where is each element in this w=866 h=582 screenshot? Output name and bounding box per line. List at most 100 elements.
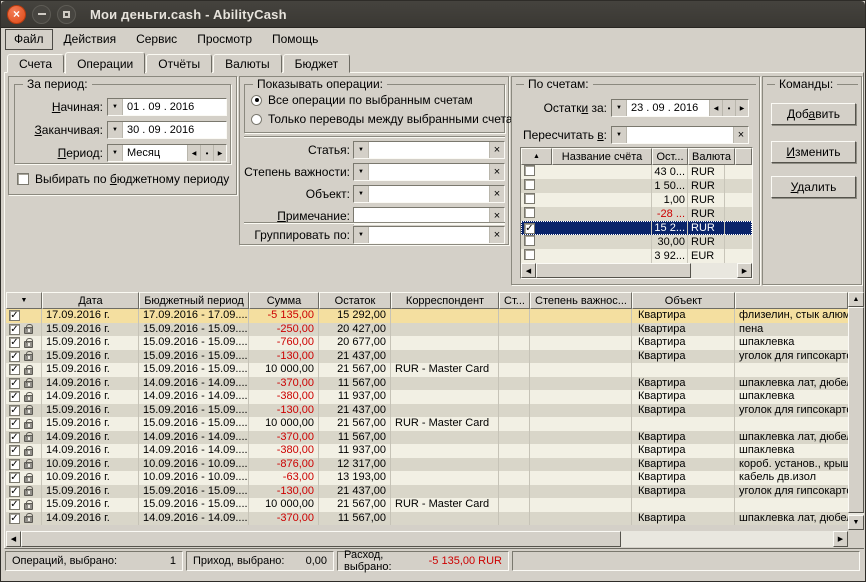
period-field[interactable]: ▼ Месяц ◀ • ▶ [107,144,227,162]
menu-item-Файл[interactable]: Файл [5,29,53,50]
radio-all-operations[interactable] [251,95,262,106]
transaction-row[interactable]: ✓ 14.09.2016 г. 14.09.2016 - 14.09.... -… [6,377,848,391]
transaction-row[interactable]: ✓ 10.09.2016 г. 10.09.2016 - 10.09.... -… [6,471,848,485]
tab-Операции[interactable]: Операции [65,52,145,74]
dropdown-icon[interactable]: ▼ [354,227,369,243]
row-checkbox[interactable]: ✓ [9,337,20,348]
scroll-up-icon[interactable]: ▲ [848,292,864,307]
spin-right-icon[interactable]: ▶ [213,145,226,161]
tab-Бюджет[interactable]: Бюджет [283,54,350,73]
transaction-row[interactable]: ✓ 17.09.2016 г. 17.09.2016 - 17.09.... -… [6,309,848,323]
tab-Счета[interactable]: Счета [7,54,64,73]
dropdown-icon[interactable]: ▼ [612,127,627,143]
group-by-combo[interactable]: ▼ × [353,226,505,244]
menu-item-Просмотр[interactable]: Просмотр [188,29,261,50]
dropdown-icon[interactable]: ▼ [354,186,369,202]
column-header-Объект[interactable]: Объект [632,292,735,309]
row-checkbox[interactable]: ✓ [9,351,20,362]
row-checkbox[interactable]: ✓ [9,364,20,375]
row-checkbox[interactable]: ✓ [9,378,20,389]
dropdown-icon[interactable]: ▼ [108,99,123,115]
account-checkbox[interactable] [524,193,535,204]
transaction-row[interactable]: ✓ 15.09.2016 г. 15.09.2016 - 15.09.... -… [6,336,848,350]
accounts-header-currency[interactable]: Валюта [688,148,735,165]
spin-left-icon[interactable]: ◀ [709,100,722,116]
dropdown-icon[interactable]: ▼ [354,142,369,158]
transaction-row[interactable]: ✓ 15.09.2016 г. 15.09.2016 - 15.09.... 1… [6,363,848,377]
scroll-right-icon[interactable]: ▶ [833,531,848,547]
column-header-Бюджетный период[interactable]: Бюджетный период [139,292,249,309]
row-checkbox[interactable]: ✓ [9,405,20,416]
scroll-left-icon[interactable]: ◀ [6,531,21,547]
tab-Отчёты[interactable]: Отчёты [146,54,212,73]
row-checkbox[interactable]: ✓ [9,486,20,497]
maximize-button[interactable] [57,5,76,24]
transaction-row[interactable]: ✓ 15.09.2016 г. 15.09.2016 - 15.09.... -… [6,323,848,337]
account-row[interactable]: 43 0... RUR [521,165,752,179]
menu-item-Помощь[interactable]: Помощь [263,29,327,50]
row-checkbox[interactable]: ✓ [9,472,20,483]
column-header-note[interactable] [735,292,848,309]
end-date-field[interactable]: ▼ 30 . 09 . 2016 [107,121,227,139]
spin-dot-icon[interactable]: • [722,100,735,116]
balances-date-field[interactable]: ▼ 23 . 09 . 2016 ◀ • ▶ [611,99,749,117]
column-header-Корреспондент[interactable]: Корреспондент [391,292,499,309]
transaction-row[interactable]: ✓ 14.09.2016 г. 14.09.2016 - 14.09.... -… [6,431,848,445]
clear-icon[interactable]: × [733,127,748,143]
spin-dot-icon[interactable]: • [200,145,213,161]
account-row[interactable]: 30,00 RUR [521,235,752,249]
row-checkbox[interactable]: ✓ [9,391,20,402]
account-checkbox[interactable]: ✓ [524,223,535,234]
start-date-field[interactable]: ▼ 01 . 09 . 2016 [107,98,227,116]
transaction-row[interactable]: ✓ 15.09.2016 г. 15.09.2016 - 15.09.... -… [6,485,848,499]
transaction-row[interactable]: ✓ 15.09.2016 г. 15.09.2016 - 15.09.... 1… [6,498,848,512]
scroll-down-icon[interactable]: ▼ [848,515,864,530]
filter-combo[interactable]: ▼ × [353,185,505,203]
row-checkbox[interactable]: ✓ [9,324,20,335]
clear-icon[interactable]: × [489,164,504,180]
column-header-Сумма[interactable]: Сумма [249,292,319,309]
transaction-row[interactable]: ✓ 10.09.2016 г. 10.09.2016 - 10.09.... -… [6,458,848,472]
scroll-thumb[interactable] [536,263,691,278]
add-button[interactable]: Добавить [771,103,856,125]
scroll-thumb[interactable] [21,531,621,547]
transactions-vscrollbar[interactable]: ▲ ▼ [848,292,864,530]
account-row[interactable]: -28 ... RUR [521,207,752,221]
row-checkbox[interactable]: ✓ [9,445,20,456]
dropdown-icon[interactable]: ▼ [354,164,369,180]
close-button[interactable]: × [7,5,26,24]
tab-Валюты[interactable]: Валюты [213,54,282,73]
scroll-right-icon[interactable]: ▶ [737,263,752,278]
clear-icon[interactable]: × [489,186,504,202]
account-row[interactable]: 1,00 RUR [521,193,752,207]
menu-item-Действия[interactable]: Действия [55,29,126,50]
filter-combo[interactable]: ▼ × [353,163,505,181]
account-row[interactable]: 1 50... RUR [521,179,752,193]
column-header-Степень важнос...[interactable]: Степень важнос... [530,292,632,309]
accounts-header-balance[interactable]: Ост... [652,148,688,165]
dropdown-icon[interactable]: ▼ [108,145,123,161]
transaction-row[interactable]: ✓ 15.09.2016 г. 15.09.2016 - 15.09.... -… [6,350,848,364]
clear-icon[interactable]: × [489,227,504,243]
budget-period-checkbox[interactable] [17,173,29,185]
accounts-hscrollbar[interactable]: ◀ ▶ [521,263,752,278]
sort-asc-icon[interactable]: ▲ [521,148,552,165]
row-checkbox[interactable]: ✓ [9,459,20,470]
transactions-hscrollbar[interactable]: ◀ ▶ [6,531,848,547]
filter-combo[interactable]: ▼ × [353,141,505,159]
dropdown-icon[interactable]: ▼ [612,100,627,116]
column-header-Ст...[interactable]: Ст... [499,292,530,309]
menu-item-Сервис[interactable]: Сервис [127,29,186,50]
account-checkbox[interactable] [524,249,535,260]
transaction-row[interactable]: ✓ 14.09.2016 г. 14.09.2016 - 14.09.... -… [6,512,848,526]
transaction-row[interactable]: ✓ 14.09.2016 г. 14.09.2016 - 14.09.... -… [6,444,848,458]
row-checkbox[interactable]: ✓ [9,418,20,429]
clear-icon[interactable]: × [489,142,504,158]
row-checkbox[interactable]: ✓ [9,513,20,524]
sort-desc-icon[interactable]: ▼ [6,292,42,309]
spin-left-icon[interactable]: ◀ [187,145,200,161]
minimize-button[interactable] [32,5,51,24]
account-checkbox[interactable] [524,179,535,190]
convert-to-combo[interactable]: ▼ × [611,126,749,144]
transaction-row[interactable]: ✓ 15.09.2016 г. 15.09.2016 - 15.09.... 1… [6,417,848,431]
